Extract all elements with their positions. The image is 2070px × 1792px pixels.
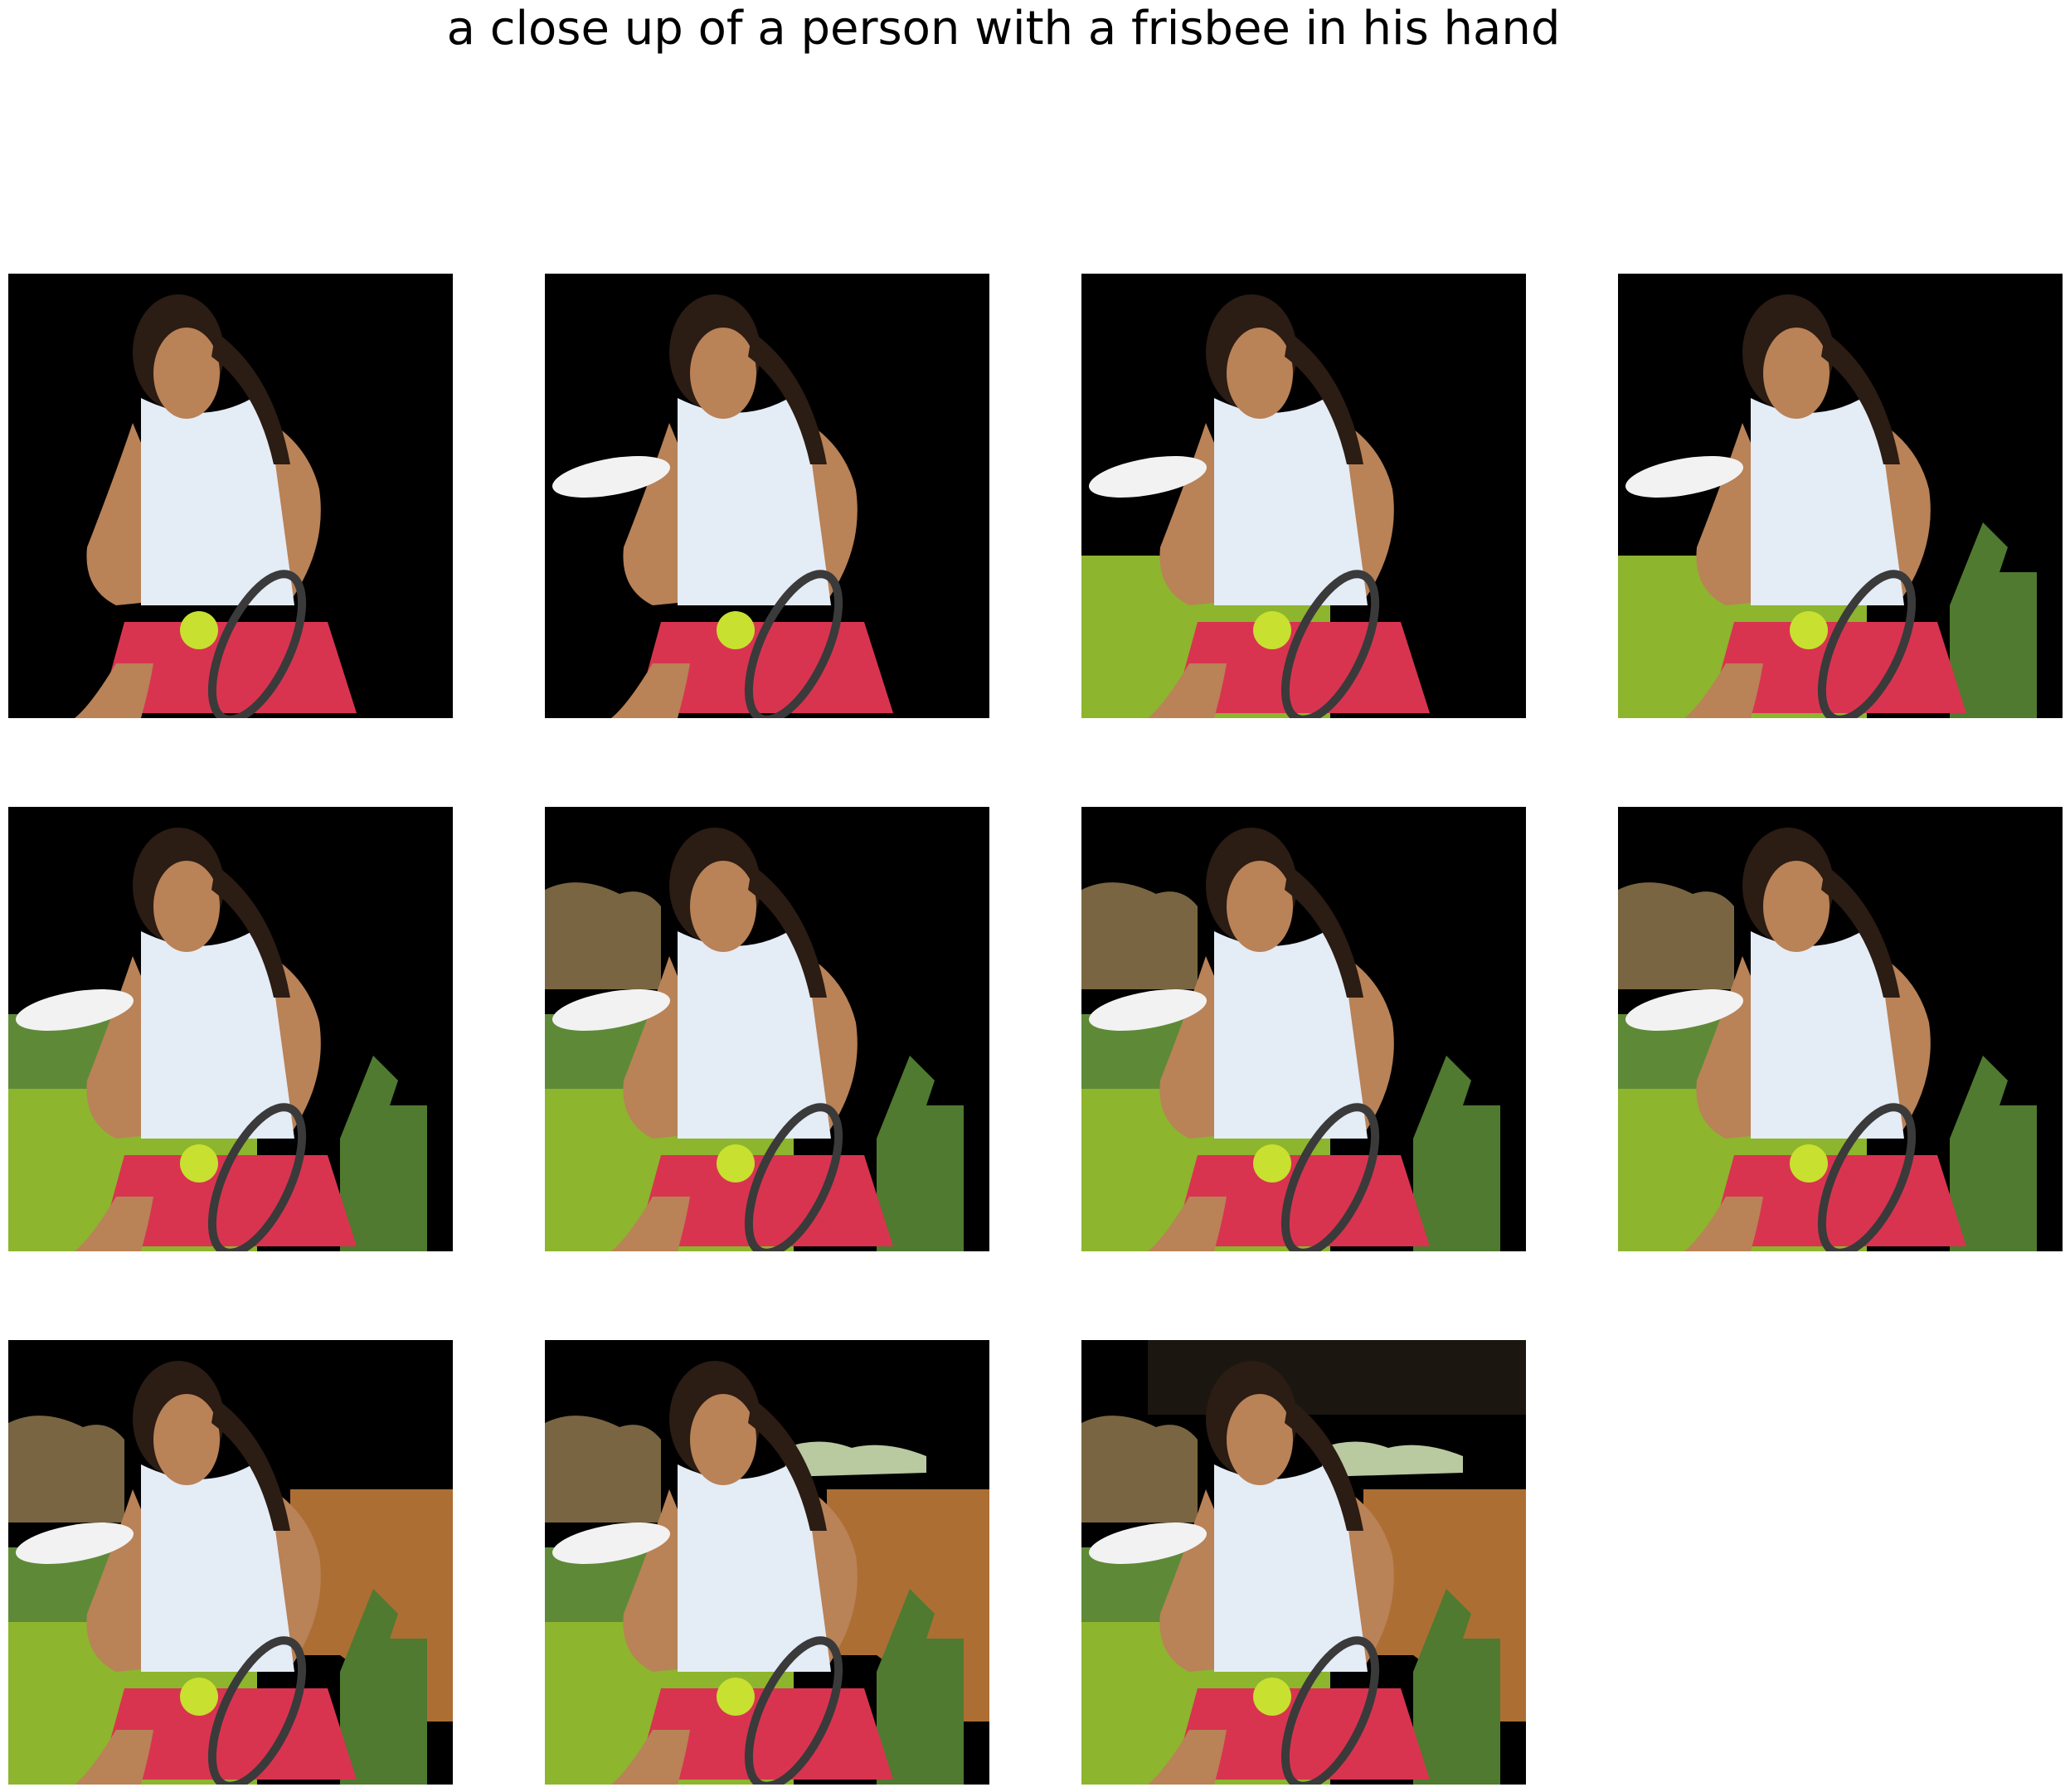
player-face [690, 1394, 756, 1485]
top-left-bush [1081, 882, 1198, 989]
player-face [153, 1394, 220, 1485]
tennis-ball [1253, 1678, 1291, 1716]
top-left-bush [545, 1416, 661, 1522]
image-panel [8, 1340, 453, 1785]
figure-caption: a close up of a person with a frisbee in… [446, 2, 1561, 56]
panel-image [1618, 807, 2063, 1251]
tennis-ball [1253, 611, 1291, 649]
image-panel [8, 807, 453, 1251]
panel-image [8, 1340, 453, 1785]
player-face [1227, 1394, 1293, 1485]
tennis-ball [717, 1678, 755, 1716]
tennis-ball [717, 611, 755, 649]
player-face [1763, 861, 1829, 952]
panel-image [8, 274, 453, 718]
tennis-ball [1253, 1144, 1291, 1183]
panel-image [545, 1340, 989, 1785]
image-panel [1081, 274, 1526, 718]
panel-image [545, 274, 989, 718]
image-panel [8, 274, 453, 718]
player-face [1227, 861, 1293, 952]
panel-image [1081, 807, 1526, 1251]
image-panel [545, 274, 989, 718]
panel-image [1081, 274, 1526, 718]
tennis-ball [1790, 611, 1828, 649]
player-face [153, 328, 220, 419]
panel-image [8, 807, 453, 1251]
top-left-bush [545, 882, 661, 989]
tennis-ball [180, 611, 218, 649]
player-face [153, 861, 220, 952]
top-left-bush [1618, 882, 1734, 989]
image-panel [1081, 807, 1526, 1251]
tennis-ball [717, 1144, 755, 1183]
image-panel [1618, 274, 2063, 718]
panel-image [1618, 274, 2063, 718]
image-panel [1081, 1340, 1526, 1785]
image-panel [545, 807, 989, 1251]
top-left-bush [8, 1416, 124, 1522]
tennis-ball [180, 1678, 218, 1716]
tennis-ball [180, 1144, 218, 1183]
image-panel [545, 1340, 989, 1785]
player-face [1227, 328, 1293, 419]
player-face [690, 861, 756, 952]
panel-image [1081, 1340, 1526, 1785]
tennis-ball [1790, 1144, 1828, 1183]
top-left-bush [1081, 1416, 1198, 1522]
dark-tree-region [1148, 1340, 1526, 1415]
panel-image [545, 807, 989, 1251]
image-panel [1618, 807, 2063, 1251]
player-face [690, 328, 756, 419]
player-face [1763, 328, 1829, 419]
